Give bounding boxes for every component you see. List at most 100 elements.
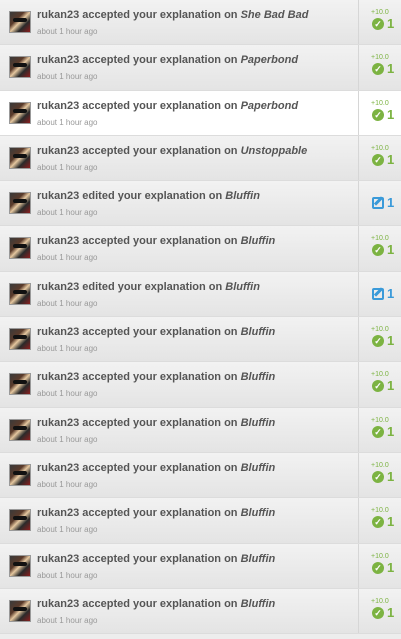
username-link[interactable]: rukan23 bbox=[37, 417, 79, 429]
target-link[interactable]: Bluffin bbox=[241, 417, 276, 429]
activity-feed: rukan23 accepted your explanation on She… bbox=[0, 0, 401, 635]
activity-row[interactable]: rukan23 accepted your explanation on Blu… bbox=[0, 226, 401, 272]
timestamp: about 1 hour ago bbox=[37, 298, 98, 308]
points-delta: +10.0 bbox=[371, 235, 389, 243]
activity-row[interactable]: rukan23 accepted your explanation on Blu… bbox=[0, 407, 401, 453]
status-badge: 1 bbox=[372, 195, 395, 211]
activity-row[interactable]: rukan23 accepted your explanation on Pap… bbox=[0, 90, 401, 136]
activity-row[interactable]: rukan23 accepted your explanation on Uns… bbox=[0, 135, 401, 182]
activity-row[interactable]: rukan23 accepted your explanation on Blu… bbox=[0, 543, 401, 589]
timestamp: about 1 hour ago bbox=[37, 615, 98, 625]
activity-row[interactable]: rukan23 accepted your explanation on Blu… bbox=[0, 362, 401, 408]
status-badge: ✓ 1 bbox=[372, 16, 395, 31]
action-text: accepted your explanation on bbox=[82, 371, 238, 384]
target-link[interactable]: Bluffin bbox=[241, 553, 276, 565]
timestamp: about 1 hour ago bbox=[37, 253, 98, 263]
activity-row[interactable]: rukan23 edited your explanation on Bluff… bbox=[0, 271, 401, 318]
target-link[interactable]: Bluffin bbox=[241, 507, 276, 519]
avatar[interactable] bbox=[9, 146, 31, 169]
activity-message: rukan23 accepted your explanation on Pap… bbox=[37, 54, 298, 66]
check-circle-icon: ✓ bbox=[372, 108, 384, 121]
activity-row[interactable]: rukan23 accepted your explanation on She… bbox=[0, 0, 401, 46]
username-link[interactable]: rukan23 bbox=[37, 190, 79, 202]
avatar[interactable] bbox=[9, 282, 31, 305]
check-circle-icon: ✓ bbox=[372, 335, 384, 348]
count: 1 bbox=[387, 61, 395, 77]
status-badge: 1 bbox=[372, 285, 395, 301]
count: 1 bbox=[387, 378, 395, 394]
activity-row[interactable]: rukan23 accepted your explanation on Blu… bbox=[0, 317, 401, 363]
count: 1 bbox=[387, 151, 395, 167]
activity-status: +10.0 ✓ 1 bbox=[358, 90, 401, 135]
points-delta: +10.0 bbox=[371, 507, 389, 515]
points-delta: +10.0 bbox=[371, 371, 389, 379]
action-text: accepted your explanation on bbox=[82, 326, 238, 339]
activity-status: +10.0 ✓ 1 bbox=[358, 226, 401, 271]
action-text: accepted your explanation on bbox=[82, 54, 238, 67]
action-text: accepted your explanation on bbox=[82, 507, 238, 520]
avatar[interactable] bbox=[9, 237, 31, 260]
count: 1 bbox=[387, 16, 395, 31]
username-link[interactable]: rukan23 bbox=[37, 598, 79, 610]
action-text: edited your explanation on bbox=[82, 280, 223, 293]
avatar[interactable] bbox=[9, 11, 31, 33]
avatar[interactable] bbox=[9, 373, 31, 396]
avatar[interactable] bbox=[9, 599, 31, 622]
activity-status: 1 bbox=[358, 181, 401, 226]
status-badge: ✓ 1 bbox=[372, 151, 395, 167]
avatar[interactable] bbox=[9, 463, 31, 486]
count: 1 bbox=[387, 106, 395, 122]
count: 1 bbox=[387, 285, 395, 301]
activity-message: rukan23 accepted your explanation on Blu… bbox=[37, 598, 275, 610]
status-badge: ✓ 1 bbox=[372, 425, 394, 438]
activity-status: +10.0 ✓ 1 bbox=[358, 135, 401, 181]
avatar[interactable] bbox=[9, 101, 31, 124]
username-link[interactable]: rukan23 bbox=[37, 145, 79, 157]
activity-row[interactable]: rukan23 accepted your explanation on Blu… bbox=[0, 452, 401, 499]
activity-message: rukan23 accepted your explanation on Blu… bbox=[37, 507, 275, 519]
target-link[interactable]: Bluffin bbox=[241, 598, 276, 610]
username-link[interactable]: rukan23 bbox=[37, 326, 79, 338]
count: 1 bbox=[387, 195, 395, 211]
activity-message: rukan23 edited your explanation on Bluff… bbox=[37, 190, 260, 202]
activity-status: +10.0 ✓ 1 bbox=[358, 407, 401, 452]
count: 1 bbox=[387, 514, 395, 530]
avatar[interactable] bbox=[9, 192, 31, 215]
username-link[interactable]: rukan23 bbox=[37, 235, 79, 247]
count: 1 bbox=[387, 468, 395, 484]
activity-message: rukan23 accepted your explanation on Blu… bbox=[37, 462, 275, 474]
avatar[interactable] bbox=[9, 418, 31, 441]
target-link[interactable]: Bluffin bbox=[241, 235, 276, 247]
avatar[interactable] bbox=[9, 56, 31, 79]
target-link[interactable]: Bluffin bbox=[241, 326, 276, 338]
username-link[interactable]: rukan23 bbox=[37, 100, 79, 112]
activity-row[interactable]: rukan23 accepted your explanation on Pap… bbox=[0, 45, 401, 91]
avatar[interactable] bbox=[9, 509, 31, 532]
activity-row[interactable]: rukan23 accepted your explanation on Blu… bbox=[0, 588, 401, 635]
target-link[interactable]: Bluffin bbox=[241, 462, 276, 474]
username-link[interactable]: rukan23 bbox=[37, 54, 79, 66]
count: 1 bbox=[387, 333, 395, 349]
target-link[interactable]: Paperbond bbox=[241, 54, 298, 66]
avatar[interactable] bbox=[9, 328, 31, 351]
target-link[interactable]: Bluffin bbox=[225, 190, 260, 202]
avatar[interactable] bbox=[9, 554, 31, 577]
username-link[interactable]: rukan23 bbox=[37, 281, 79, 293]
target-link[interactable]: Paperbond bbox=[241, 100, 298, 112]
target-link[interactable]: Bluffin bbox=[241, 371, 276, 383]
timestamp: about 1 hour ago bbox=[37, 72, 98, 82]
activity-status: +10.0 ✓ 1 bbox=[358, 452, 401, 498]
username-link[interactable]: rukan23 bbox=[37, 553, 79, 565]
points-delta: +10.0 bbox=[371, 552, 389, 560]
username-link[interactable]: rukan23 bbox=[37, 462, 79, 474]
username-link[interactable]: rukan23 bbox=[37, 371, 79, 383]
points-delta: +10.0 bbox=[371, 416, 389, 424]
username-link[interactable]: rukan23 bbox=[37, 9, 79, 21]
target-link[interactable]: Unstoppable bbox=[241, 145, 308, 157]
target-link[interactable]: She Bad Bad bbox=[241, 9, 309, 21]
activity-row[interactable]: rukan23 accepted your explanation on Blu… bbox=[0, 498, 401, 544]
check-circle-icon: ✓ bbox=[372, 244, 384, 257]
username-link[interactable]: rukan23 bbox=[37, 507, 79, 519]
activity-row[interactable]: rukan23 edited your explanation on Bluff… bbox=[0, 181, 401, 227]
target-link[interactable]: Bluffin bbox=[225, 281, 260, 293]
